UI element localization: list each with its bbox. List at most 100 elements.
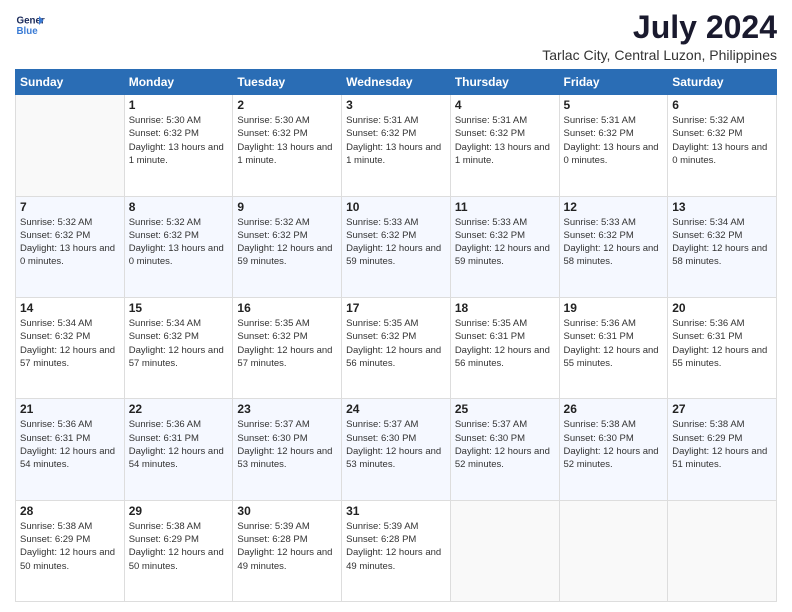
day-number: 8 — [129, 200, 229, 214]
day-number: 20 — [672, 301, 772, 315]
day-number: 27 — [672, 402, 772, 416]
day-info: Sunrise: 5:36 AMSunset: 6:31 PMDaylight:… — [129, 418, 229, 471]
calendar-cell: 15 Sunrise: 5:34 AMSunset: 6:32 PMDayligh… — [124, 297, 233, 398]
weekday-header: Tuesday — [233, 70, 342, 95]
calendar-cell: 24Sunrise: 5:37 AMSunset: 6:30 PMDayligh… — [342, 399, 451, 500]
calendar-cell: 21 Sunrise: 5:36 AMSunset: 6:31 PMDayligh… — [16, 399, 125, 500]
calendar-cell — [450, 500, 559, 601]
day-info: Sunrise: 5:30 AMSunset: 6:32 PMDaylight:… — [237, 114, 337, 167]
day-number: 12 — [564, 200, 664, 214]
weekday-header-row: SundayMondayTuesdayWednesdayThursdayFrid… — [16, 70, 777, 95]
day-info: Sunrise: 5:36 AMSunset: 6:31 PMDaylight:… — [20, 418, 120, 471]
calendar-cell: 30 Sunrise: 5:39 AMSunset: 6:28 PMDayligh… — [233, 500, 342, 601]
title-block: July 2024 Tarlac City, Central Luzon, Ph… — [542, 10, 777, 63]
day-info: Sunrise: 5:33 AMSunset: 6:32 PMDaylight:… — [564, 216, 664, 269]
day-info: Sunrise: 5:32 AMSunset: 6:32 PMDaylight:… — [129, 216, 229, 269]
calendar-cell: 9Sunrise: 5:32 AMSunset: 6:32 PMDaylight… — [233, 196, 342, 297]
calendar-cell: 26 Sunrise: 5:38 AMSunset: 6:30 PMDayligh… — [559, 399, 668, 500]
day-info: Sunrise: 5:32 AMSunset: 6:32 PMDaylight:… — [20, 216, 120, 269]
day-info: Sunrise: 5:37 AMSunset: 6:30 PMDaylight:… — [455, 418, 555, 471]
day-number: 15 — [129, 301, 229, 315]
day-number: 19 — [564, 301, 664, 315]
calendar-cell: 20 Sunrise: 5:36 AMSunset: 6:31 PMDayligh… — [668, 297, 777, 398]
calendar-cell: 23 Sunrise: 5:37 AMSunset: 6:30 PMDayligh… — [233, 399, 342, 500]
day-info: Sunrise: 5:35 AMSunset: 6:31 PMDaylight:… — [455, 317, 555, 370]
calendar-cell: 19 Sunrise: 5:36 AMSunset: 6:31 PMDayligh… — [559, 297, 668, 398]
day-info: Sunrise: 5:30 AMSunset: 6:32 PMDaylight:… — [129, 114, 229, 167]
calendar-cell: 8 Sunrise: 5:32 AMSunset: 6:32 PMDaylight… — [124, 196, 233, 297]
calendar-cell: 28Sunrise: 5:38 AMSunset: 6:29 PMDayligh… — [16, 500, 125, 601]
day-info: Sunrise: 5:37 AMSunset: 6:30 PMDaylight:… — [237, 418, 337, 471]
day-number: 31 — [346, 504, 446, 518]
calendar-cell: 17Sunrise: 5:35 AMSunset: 6:32 PMDayligh… — [342, 297, 451, 398]
calendar-cell: 10 Sunrise: 5:33 AMSunset: 6:32 PMDayligh… — [342, 196, 451, 297]
page: General Blue July 2024 Tarlac City, Cent… — [0, 0, 792, 612]
day-number: 5 — [564, 98, 664, 112]
day-number: 26 — [564, 402, 664, 416]
calendar-cell: 22 Sunrise: 5:36 AMSunset: 6:31 PMDayligh… — [124, 399, 233, 500]
day-info: Sunrise: 5:33 AMSunset: 6:32 PMDaylight:… — [346, 216, 446, 269]
calendar-cell: 29Sunrise: 5:38 AMSunset: 6:29 PMDayligh… — [124, 500, 233, 601]
calendar-cell: 1 Sunrise: 5:30 AMSunset: 6:32 PMDaylight… — [124, 95, 233, 196]
day-info: Sunrise: 5:37 AMSunset: 6:30 PMDaylight:… — [346, 418, 446, 471]
day-number: 10 — [346, 200, 446, 214]
calendar-cell: 18 Sunrise: 5:35 AMSunset: 6:31 PMDayligh… — [450, 297, 559, 398]
day-number: 3 — [346, 98, 446, 112]
weekday-header: Wednesday — [342, 70, 451, 95]
day-number: 4 — [455, 98, 555, 112]
header: General Blue July 2024 Tarlac City, Cent… — [15, 10, 777, 63]
day-number: 2 — [237, 98, 337, 112]
weekday-header: Monday — [124, 70, 233, 95]
calendar-cell: 2 Sunrise: 5:30 AMSunset: 6:32 PMDaylight… — [233, 95, 342, 196]
calendar-cell: 3 Sunrise: 5:31 AMSunset: 6:32 PMDaylight… — [342, 95, 451, 196]
day-number: 16 — [237, 301, 337, 315]
day-number: 30 — [237, 504, 337, 518]
day-info: Sunrise: 5:31 AMSunset: 6:32 PMDaylight:… — [346, 114, 446, 167]
day-number: 7 — [20, 200, 120, 214]
main-title: July 2024 — [542, 10, 777, 45]
day-number: 11 — [455, 200, 555, 214]
day-number: 9 — [237, 200, 337, 214]
day-number: 21 — [20, 402, 120, 416]
calendar-table: SundayMondayTuesdayWednesdayThursdayFrid… — [15, 69, 777, 602]
day-info: Sunrise: 5:33 AMSunset: 6:32 PMDaylight:… — [455, 216, 555, 269]
calendar-cell: 14Sunrise: 5:34 AMSunset: 6:32 PMDayligh… — [16, 297, 125, 398]
day-info: Sunrise: 5:35 AMSunset: 6:32 PMDaylight:… — [346, 317, 446, 370]
calendar-cell — [16, 95, 125, 196]
calendar-week-row: 14 Sunrise: 5:34 AMSunset: 6:32 PMDayligh… — [16, 297, 777, 398]
day-info: Sunrise: 5:34 AMSunset: 6:32 PMDaylight:… — [129, 317, 229, 370]
day-number: 13 — [672, 200, 772, 214]
calendar-cell: 27 Sunrise: 5:38 AMSunset: 6:29 PMDayligh… — [668, 399, 777, 500]
day-info: Sunrise: 5:38 AMSunset: 6:29 PMDaylight:… — [129, 520, 229, 573]
day-info: Sunrise: 5:38 AMSunset: 6:29 PMDaylight:… — [672, 418, 772, 471]
calendar-cell: 12 Sunrise: 5:33 AMSunset: 6:32 PMDayligh… — [559, 196, 668, 297]
calendar-week-row: 21 Sunrise: 5:36 AMSunset: 6:31 PMDayligh… — [16, 399, 777, 500]
calendar-cell: 13Sunrise: 5:34 AMSunset: 6:32 PMDayligh… — [668, 196, 777, 297]
day-info: Sunrise: 5:36 AMSunset: 6:31 PMDaylight:… — [672, 317, 772, 370]
calendar-cell: 11 Sunrise: 5:33 AMSunset: 6:32 PMDayligh… — [450, 196, 559, 297]
day-number: 22 — [129, 402, 229, 416]
day-number: 25 — [455, 402, 555, 416]
day-number: 1 — [129, 98, 229, 112]
svg-text:Blue: Blue — [17, 26, 39, 37]
day-info: Sunrise: 5:38 AMSunset: 6:29 PMDaylight:… — [20, 520, 120, 573]
calendar-cell: 25 Sunrise: 5:37 AMSunset: 6:30 PMDayligh… — [450, 399, 559, 500]
calendar-cell — [668, 500, 777, 601]
day-number: 18 — [455, 301, 555, 315]
day-info: Sunrise: 5:39 AMSunset: 6:28 PMDaylight:… — [237, 520, 337, 573]
weekday-header: Saturday — [668, 70, 777, 95]
subtitle: Tarlac City, Central Luzon, Philippines — [542, 47, 777, 63]
calendar-week-row: 1 Sunrise: 5:30 AMSunset: 6:32 PMDaylight… — [16, 95, 777, 196]
calendar-cell: 31Sunrise: 5:39 AMSunset: 6:28 PMDayligh… — [342, 500, 451, 601]
day-number: 23 — [237, 402, 337, 416]
calendar-cell: 7 Sunrise: 5:32 AMSunset: 6:32 PMDaylight… — [16, 196, 125, 297]
logo-icon: General Blue — [15, 10, 45, 40]
day-info: Sunrise: 5:38 AMSunset: 6:30 PMDaylight:… — [564, 418, 664, 471]
calendar-cell: 5Sunrise: 5:31 AMSunset: 6:32 PMDaylight… — [559, 95, 668, 196]
day-number: 14 — [20, 301, 120, 315]
logo: General Blue — [15, 10, 45, 40]
day-info: Sunrise: 5:36 AMSunset: 6:31 PMDaylight:… — [564, 317, 664, 370]
day-info: Sunrise: 5:35 AMSunset: 6:32 PMDaylight:… — [237, 317, 337, 370]
calendar-week-row: 7 Sunrise: 5:32 AMSunset: 6:32 PMDaylight… — [16, 196, 777, 297]
calendar-cell: 4Sunrise: 5:31 AMSunset: 6:32 PMDaylight… — [450, 95, 559, 196]
